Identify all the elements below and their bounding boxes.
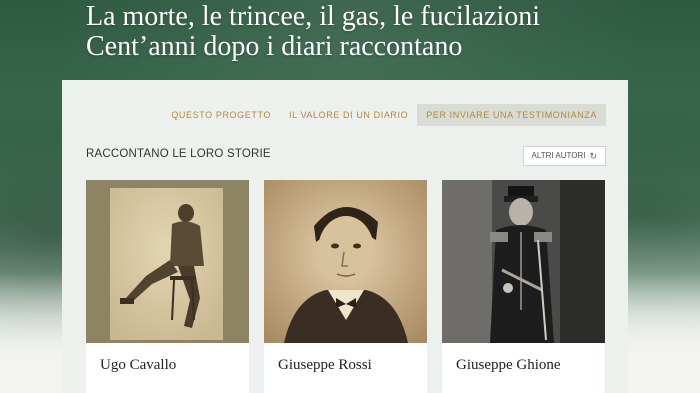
headline-line-1: La morte, le trincee, il gas, le fucilaz…: [86, 1, 541, 32]
refresh-icon: ↻: [589, 151, 597, 161]
project-nav: QUESTO PROGETTO IL VALORE DI UN DIARIO P…: [162, 104, 606, 126]
nav-questo-progetto[interactable]: QUESTO PROGETTO: [162, 104, 280, 126]
seated-soldier-photo: [86, 180, 249, 343]
author-card-ugo-cavallo[interactable]: Ugo Cavallo: [86, 180, 249, 393]
author-name: Ugo Cavallo: [100, 357, 177, 373]
altri-autori-label: ALTRI AUTORI: [531, 151, 586, 160]
author-cards: Ugo Cavallo Giuseppe Rossi Giuseppe Ghio…: [86, 180, 605, 393]
headline-line-2: Cent’anni dopo i diari raccontano: [86, 31, 463, 62]
content-panel: QUESTO PROGETTO IL VALORE DI UN DIARIO P…: [62, 80, 628, 393]
section-title: RACCONTANO LE LORO STORIE: [86, 148, 271, 160]
author-name: Giuseppe Ghione: [456, 357, 561, 373]
altri-autori-button[interactable]: ALTRI AUTORI ↻: [522, 146, 606, 166]
author-name: Giuseppe Rossi: [278, 357, 372, 373]
author-card-giuseppe-ghione[interactable]: Giuseppe Ghione: [442, 180, 605, 393]
page-headline: La morte, le trincee, il gas, le fucilaz…: [86, 2, 686, 62]
nav-inviare-testimonianza[interactable]: PER INVIARE UNA TESTIMONIANZA: [417, 104, 606, 126]
young-man-portrait-photo: [264, 180, 427, 343]
nav-valore-diario[interactable]: IL VALORE DI UN DIARIO: [280, 104, 417, 126]
author-card-giuseppe-rossi[interactable]: Giuseppe Rossi: [264, 180, 427, 393]
uniformed-officer-photo: [442, 180, 605, 343]
